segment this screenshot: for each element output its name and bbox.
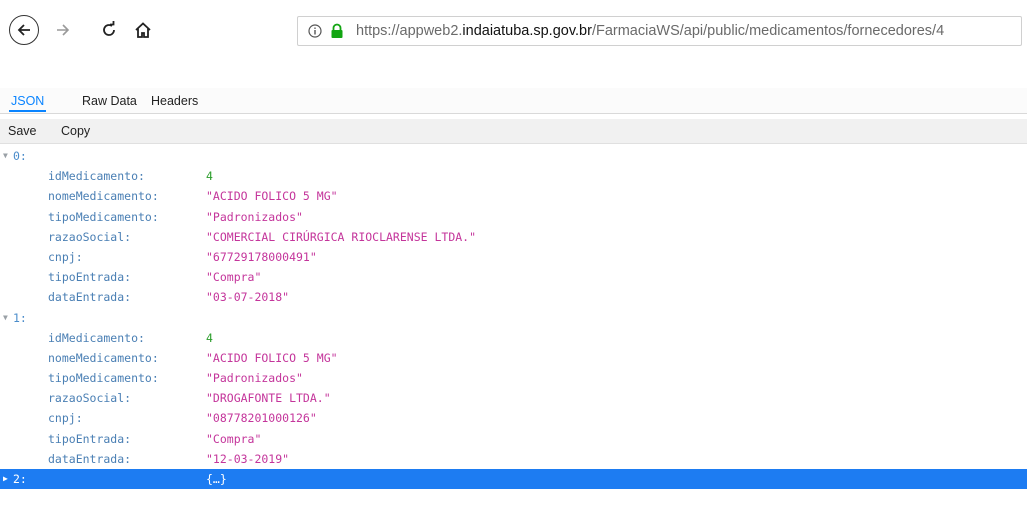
tab-raw-data[interactable]: Raw Data — [80, 91, 139, 111]
field-key: idMedicamento: — [48, 169, 145, 184]
json-field: nomeMedicamento: "ACIDO FOLICO 5 MG" — [0, 186, 1027, 206]
field-value: "08778201000126" — [206, 411, 317, 426]
field-key: razaoSocial: — [48, 391, 132, 406]
home-button[interactable] — [128, 15, 158, 45]
tab-headers[interactable]: Headers — [149, 91, 200, 111]
field-value: "67729178000491" — [206, 249, 317, 264]
field-key: tipoEntrada: — [48, 270, 132, 285]
field-key: cnpj: — [48, 411, 83, 426]
field-value: "Padronizados" — [206, 209, 303, 224]
copy-button[interactable]: Copy — [61, 122, 90, 140]
field-key: tipoMedicamento: — [48, 209, 159, 224]
collapsed-arrow-icon[interactable]: ▶ — [3, 469, 13, 489]
field-value: "Compra" — [206, 431, 262, 446]
json-field: razaoSocial: "COMERCIAL CIRÚRGICA RIOCLAR… — [0, 227, 1027, 247]
json-field: dataEntrada: "12-03-2019" — [0, 449, 1027, 469]
expanded-arrow-icon[interactable]: ▼ — [3, 308, 13, 328]
url-prefix: https://appweb2. — [356, 23, 463, 39]
field-value: "Padronizados" — [206, 371, 303, 386]
field-value: "03-07-2018" — [206, 290, 290, 305]
forward-button[interactable] — [48, 15, 78, 45]
field-value: 4 — [206, 169, 213, 184]
record-index: 0: — [13, 149, 27, 163]
browser-toolbar: https://appweb2.indaiatuba.sp.gov.br/Far… — [0, 0, 1027, 62]
url-path: /FarmaciaWS/api/public/medicamentos/forn… — [591, 23, 945, 39]
json-field: tipoEntrada: "Compra" — [0, 267, 1027, 287]
arrow-right-icon — [57, 24, 70, 36]
field-key: cnpj: — [48, 249, 83, 264]
tab-json[interactable]: JSON — [9, 91, 47, 112]
json-field: cnpj: "08778201000126" — [0, 408, 1027, 428]
field-key: dataEntrada: — [48, 451, 132, 466]
field-key: tipoEntrada: — [48, 431, 132, 446]
info-icon[interactable] — [308, 24, 326, 38]
record-header-selected[interactable]: ▶ 2: {…} — [0, 469, 1027, 490]
json-field: tipoMedicamento: "Padronizados" — [0, 207, 1027, 227]
json-field: cnpj: "67729178000491" — [0, 247, 1027, 267]
field-key: nomeMedicamento: — [48, 189, 159, 204]
field-key: dataEntrada: — [48, 290, 132, 305]
record-index: 2: — [13, 472, 27, 486]
field-value: 4 — [206, 330, 213, 345]
arrow-left-icon — [17, 24, 30, 36]
record-header[interactable]: ▼ 0: — [0, 146, 1027, 166]
json-tree: ▼ 0: idMedicamento: 4 nomeMedicamento: "AC… — [0, 146, 1027, 490]
field-value: "ACIDO FOLICO 5 MG" — [206, 189, 338, 204]
json-field: idMedicamento: 4 — [0, 328, 1027, 348]
field-value: "DROGAFONTE LTDA." — [206, 391, 331, 406]
record-index: 1: — [13, 310, 27, 325]
field-key: nomeMedicamento: — [48, 350, 159, 365]
viewer-tabs: JSON Raw Data Headers — [0, 88, 1027, 114]
field-key: idMedicamento: — [48, 330, 145, 345]
json-field: dataEntrada: "03-07-2018" — [0, 287, 1027, 307]
record-header[interactable]: ▼ 1: — [0, 308, 1027, 328]
reload-icon — [103, 21, 115, 36]
home-icon — [135, 22, 151, 38]
address-bar[interactable]: https://appweb2.indaiatuba.sp.gov.br/Far… — [297, 16, 1022, 46]
json-field: tipoMedicamento: "Padronizados" — [0, 368, 1027, 388]
field-value: "Compra" — [206, 270, 262, 285]
json-field: razaoSocial: "DROGAFONTE LTDA." — [0, 388, 1027, 408]
field-value: "ACIDO FOLICO 5 MG" — [206, 350, 338, 365]
field-key: tipoMedicamento: — [48, 371, 159, 386]
url-text[interactable]: https://appweb2.indaiatuba.sp.gov.br/Far… — [356, 23, 944, 39]
json-field: idMedicamento: 4 — [0, 166, 1027, 186]
reload-button[interactable] — [94, 15, 124, 45]
back-button[interactable] — [9, 15, 39, 45]
save-button[interactable]: Save — [8, 122, 37, 140]
field-key: razaoSocial: — [48, 229, 132, 244]
action-bar: Save Copy — [0, 119, 1027, 144]
json-field: nomeMedicamento: "ACIDO FOLICO 5 MG" — [0, 348, 1027, 368]
field-value: "COMERCIAL CIRÚRGICA RIOCLARENSE LTDA." — [206, 229, 477, 244]
lock-icon[interactable] — [330, 23, 348, 39]
collapsed-preview: {…} — [206, 472, 227, 486]
url-domain: indaiatuba.sp.gov.br — [462, 23, 592, 39]
expanded-arrow-icon[interactable]: ▼ — [3, 146, 13, 166]
field-value: "12-03-2019" — [206, 451, 290, 466]
json-field: tipoEntrada: "Compra" — [0, 429, 1027, 449]
